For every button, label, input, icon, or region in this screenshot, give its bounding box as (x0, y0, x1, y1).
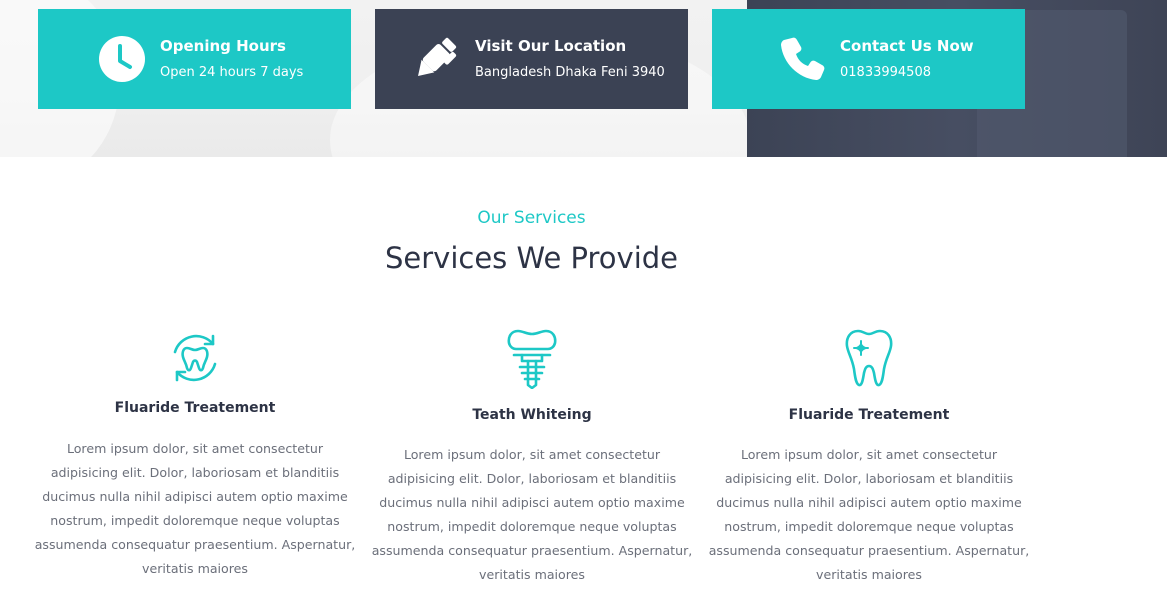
info-card-subtitle: Bangladesh Dhaka Feni 3940 (475, 65, 665, 80)
tooth-implant-icon (502, 328, 562, 389)
tooth-rotate-icon (165, 328, 225, 388)
service-card-fluaride-2: Fluaride Treatement Lorem ipsum dolor, s… (704, 328, 1034, 587)
service-title: Fluaride Treatement (788, 407, 950, 423)
info-card-opening-hours: Opening Hours Open 24 hours 7 days (38, 9, 351, 109)
info-card-title: Contact Us Now (840, 37, 974, 55)
phone-icon (774, 31, 830, 87)
service-description: Lorem ipsum dolor, sit amet consectetur … (34, 441, 356, 576)
info-card-title: Visit Our Location (475, 37, 627, 55)
service-title: Teath Whiteing (472, 407, 592, 423)
info-card-subtitle: Open 24 hours 7 days (160, 65, 304, 80)
service-description: Lorem ipsum dolor, sit amet consectetur … (708, 447, 1030, 582)
phone-number[interactable]: 01833994508 (840, 65, 974, 81)
info-card-title: Opening Hours (160, 37, 286, 55)
section-eyebrow: Our Services (477, 208, 586, 228)
service-card-fluaride: Fluaride Treatement Lorem ipsum dolor, s… (30, 328, 360, 581)
pen-icon (407, 31, 463, 87)
service-title: Fluaride Treatement (114, 400, 276, 416)
info-card-location: Visit Our Location Bangladesh Dhaka Feni… (375, 9, 688, 109)
service-card-whitening: Teath Whiteing Lorem ipsum dolor, sit am… (367, 328, 697, 587)
clock-icon (94, 31, 150, 87)
service-description: Lorem ipsum dolor, sit amet consectetur … (371, 447, 693, 582)
tooth-sparkle-icon (839, 328, 899, 388)
info-card-contact[interactable]: Contact Us Now 01833994508 (712, 9, 1025, 109)
section-title: Services We Provide (384, 241, 679, 275)
